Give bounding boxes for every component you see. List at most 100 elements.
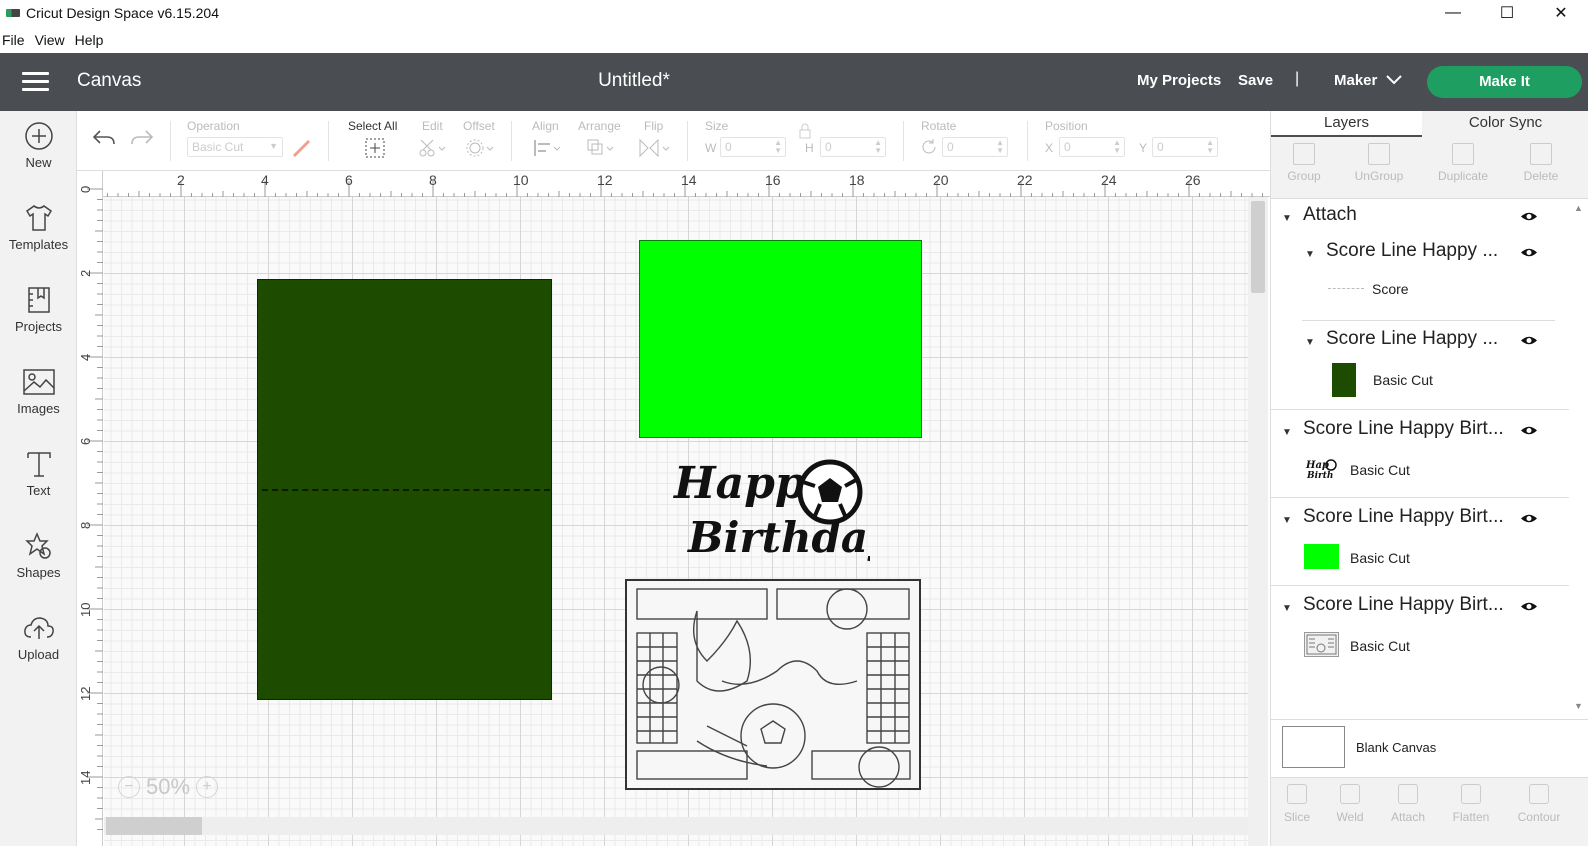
slice-button[interactable]: Slice (1269, 784, 1325, 824)
sidebar-label: Images (17, 401, 60, 416)
arrange-label: Arrange (578, 119, 621, 133)
weld-button[interactable]: Weld (1322, 784, 1378, 824)
canvas-horizontal-scrollbar[interactable] (104, 817, 1248, 835)
undo-icon[interactable] (91, 127, 117, 154)
group-button[interactable]: Group (1274, 141, 1334, 183)
caret-down-icon[interactable]: ▼ (1305, 337, 1315, 348)
machine-select[interactable]: Maker (1334, 72, 1377, 89)
tool-label: Delete (1523, 169, 1559, 183)
contour-icon (1529, 784, 1549, 804)
ruler-top-label: 10 (513, 172, 529, 188)
eye-icon[interactable] (1520, 247, 1538, 258)
sidebar-item-new[interactable]: New (0, 121, 77, 170)
happy-birthday-soccer-design[interactable]: Happy Birthday (670, 448, 895, 574)
sidebar-label: Shapes (16, 565, 61, 580)
caret-down-icon[interactable]: ▼ (1282, 603, 1292, 614)
tab-color-sync[interactable]: Color Sync (1422, 111, 1588, 137)
ungroup-button[interactable]: UnGroup (1349, 141, 1409, 183)
sidebar-label: Templates (8, 237, 69, 252)
operation-select[interactable]: Basic Cut ▼ (187, 137, 283, 157)
rotate-icon[interactable] (920, 138, 938, 161)
menu-help[interactable]: Help (75, 32, 104, 48)
sidebar-item-shapes[interactable]: Shapes (0, 531, 77, 580)
scissors-icon[interactable] (417, 137, 447, 164)
arrange-icon[interactable] (585, 137, 615, 164)
eye-icon[interactable] (1520, 335, 1538, 346)
redo-icon[interactable] (129, 127, 155, 154)
canvas-vertical-scrollbar[interactable] (1248, 197, 1268, 846)
y-position-input[interactable]: 0 ▲ ▼ (1152, 137, 1218, 157)
delete-button[interactable]: Delete (1511, 141, 1571, 183)
height-input[interactable]: 0 ▲ ▼ (820, 137, 886, 157)
blank-canvas-row[interactable]: Blank Canvas (1271, 719, 1588, 777)
select-all-icon[interactable] (364, 137, 386, 164)
caret-down-icon[interactable]: ▼ (1305, 249, 1315, 260)
caret-down-icon[interactable]: ▼ (1282, 213, 1292, 224)
app-header: Canvas Untitled* My Projects Save | Make… (0, 53, 1588, 111)
layer-operation: Basic Cut (1350, 638, 1410, 654)
layers-scrollbar[interactable]: ▲ ▼ (1569, 199, 1588, 729)
chevron-down-icon[interactable] (1386, 73, 1402, 88)
y-value: 0 (1157, 140, 1164, 154)
projects-icon (27, 287, 50, 313)
duplicate-button[interactable]: Duplicate (1433, 141, 1493, 183)
width-input[interactable]: 0 ▲ ▼ (720, 137, 786, 157)
select-all-label[interactable]: Select All (348, 119, 397, 133)
layers-panel: Layers Color Sync Group UnGroup Duplicat… (1270, 111, 1588, 846)
sidebar-label: Projects (15, 319, 62, 334)
menu-file[interactable]: File (2, 32, 25, 48)
edit-label: Edit (422, 119, 443, 133)
ruler-top-label: 16 (765, 172, 781, 188)
contour-button[interactable]: Contour (1511, 784, 1567, 824)
eye-icon[interactable] (1520, 513, 1538, 524)
menu-view[interactable]: View (35, 32, 65, 48)
layer-title: Attach (1303, 204, 1357, 225)
rotate-input[interactable]: 0 ▲ ▼ (942, 137, 1008, 157)
blank-canvas-swatch[interactable] (1282, 726, 1345, 768)
sidebar-item-upload[interactable]: Upload (0, 613, 77, 662)
layer-operation: Score (1372, 281, 1409, 297)
minimize-button[interactable]: — (1426, 0, 1480, 26)
sidebar-item-images[interactable]: Images (0, 367, 77, 416)
ruler-top-label: 20 (933, 172, 949, 188)
path-tools: Slice Weld Attach Flatten Contour (1271, 777, 1588, 846)
sidebar-item-templates[interactable]: Templates (0, 203, 77, 252)
tool-label: Group (1287, 169, 1321, 183)
align-icon[interactable] (532, 137, 562, 164)
close-button[interactable]: ✕ (1534, 0, 1588, 26)
my-projects-link[interactable]: My Projects (1137, 72, 1221, 89)
sidebar-label: Upload (17, 647, 60, 662)
maximize-button[interactable]: ☐ (1480, 0, 1534, 26)
make-it-button[interactable]: Make It (1427, 66, 1582, 98)
caret-down-icon[interactable]: ▼ (1282, 427, 1292, 438)
score-line[interactable] (262, 489, 550, 491)
pen-color-icon[interactable] (291, 137, 313, 164)
eye-icon[interactable] (1520, 425, 1538, 436)
offset-icon[interactable] (465, 137, 495, 164)
score-line-icon (1328, 288, 1364, 290)
paperclip-icon (1398, 784, 1418, 804)
tab-layers[interactable]: Layers (1271, 111, 1422, 137)
caret-down-icon[interactable]: ▼ (1282, 515, 1292, 526)
card-insert-bright-green[interactable] (639, 240, 922, 438)
zoom-in-button[interactable]: + (196, 776, 219, 798)
attach-button[interactable]: Attach (1380, 784, 1436, 824)
window-title: Cricut Design Space v6.15.204 (26, 5, 219, 21)
zoom-out-button[interactable]: − (118, 776, 140, 798)
x-position-input[interactable]: 0 ▲ ▼ (1059, 137, 1125, 157)
sidebar-item-text[interactable]: Text (0, 449, 77, 498)
zoom-control: − 50% + (118, 774, 219, 799)
flatten-button[interactable]: Flatten (1443, 784, 1499, 824)
layers-list: ▼ Attach ▼ Score Line Happy ... Score ▼ … (1271, 199, 1569, 729)
flip-icon[interactable] (637, 137, 671, 164)
ruler-top-label: 14 (681, 172, 697, 188)
eye-icon[interactable] (1520, 211, 1538, 222)
save-link[interactable]: Save (1238, 72, 1273, 89)
tool-label: UnGroup (1354, 169, 1404, 183)
tool-label: Flatten (1452, 810, 1490, 824)
eye-icon[interactable] (1520, 601, 1538, 612)
sidebar-item-projects[interactable]: Projects (0, 285, 77, 334)
tool-label: Slice (1283, 810, 1310, 824)
soccer-stencil-design[interactable] (625, 579, 921, 790)
flip-label: Flip (644, 119, 664, 133)
